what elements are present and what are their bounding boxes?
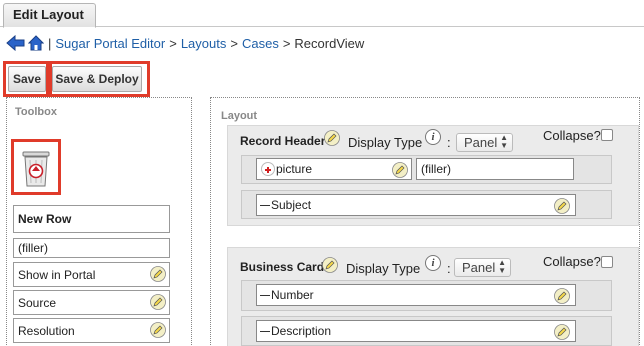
section-title: Record Header	[240, 134, 326, 148]
layout-field-subject[interactable]: Subject	[256, 194, 576, 216]
select-arrows-icon: ▲ ▼	[498, 258, 506, 275]
display-type-value: Panel	[464, 135, 498, 150]
home-icon[interactable]	[28, 34, 44, 52]
field-label: Source	[18, 295, 57, 310]
breadcrumb: | Sugar Portal Editor > Layouts > Cases …	[6, 33, 364, 53]
new-row-item[interactable]: New Row	[13, 205, 170, 233]
field-label: Description	[271, 324, 332, 338]
toolbox-title: Toolbox	[15, 106, 57, 118]
save-deploy-highlight	[49, 61, 150, 97]
info-icon[interactable]: i	[425, 255, 441, 271]
add-icon[interactable]	[261, 162, 275, 176]
display-type-select[interactable]: Panel ▲ ▼	[456, 133, 513, 152]
layout-field-filler[interactable]: (filler)	[416, 158, 574, 180]
field-label: Show in Portal	[18, 267, 96, 282]
remove-icon[interactable]	[260, 330, 270, 332]
remove-icon[interactable]	[260, 294, 270, 296]
display-type-label: Display Type	[346, 261, 421, 276]
info-icon[interactable]: i	[425, 129, 441, 145]
breadcrumb-sugar-portal-editor[interactable]: Sugar Portal Editor	[55, 36, 165, 51]
display-type-value: Panel	[462, 260, 496, 275]
breadcrumb-layouts[interactable]: Layouts	[181, 36, 227, 51]
field-label: (filler)	[421, 162, 451, 176]
layout-field-picture[interactable]: picture	[256, 158, 412, 180]
pencil-icon[interactable]	[392, 162, 408, 178]
breadcrumb-arrow: >	[169, 35, 177, 51]
pencil-icon[interactable]	[322, 257, 338, 273]
layout-field-number[interactable]: Number	[256, 284, 576, 306]
layout-field-description[interactable]: Description	[256, 320, 576, 342]
pencil-icon[interactable]	[324, 130, 340, 146]
layout-title: Layout	[221, 110, 258, 122]
back-arrow-icon[interactable]	[6, 34, 28, 52]
display-type-label: Display Type	[348, 135, 423, 150]
tab-bar: Edit Layout	[0, 0, 644, 28]
collapse-checkbox[interactable]	[601, 129, 613, 141]
breadcrumb-cases[interactable]: Cases	[242, 36, 279, 51]
field-label: Number	[271, 288, 314, 302]
select-arrows-icon: ▲ ▼	[500, 133, 508, 150]
collapse-label: Collapse?	[543, 254, 601, 269]
trash-highlight	[11, 139, 61, 195]
colon: :	[447, 135, 451, 150]
section-title: Business Card	[240, 260, 325, 274]
field-label: Resolution	[18, 323, 75, 338]
breadcrumb-arrow: >	[282, 35, 291, 51]
field-label: Subject	[271, 198, 312, 212]
tab-edit-layout[interactable]: Edit Layout	[3, 3, 96, 28]
display-type-select[interactable]: Panel ▲ ▼	[454, 258, 511, 277]
pencil-icon[interactable]	[150, 294, 166, 310]
collapse-checkbox[interactable]	[601, 256, 613, 268]
save-highlight	[3, 61, 49, 97]
toolbox-field-resolution[interactable]: Resolution	[13, 318, 170, 343]
field-label: picture	[276, 162, 313, 176]
pencil-icon[interactable]	[554, 198, 570, 214]
pencil-icon[interactable]	[150, 266, 166, 282]
pencil-icon[interactable]	[554, 324, 570, 340]
collapse-label: Collapse?	[543, 128, 601, 143]
pencil-icon[interactable]	[554, 288, 570, 304]
breadcrumb-arrow: >	[230, 35, 238, 51]
colon: :	[447, 261, 451, 276]
pencil-icon[interactable]	[150, 322, 166, 338]
breadcrumb-current: RecordView	[294, 35, 365, 51]
breadcrumb-separator: |	[48, 35, 52, 51]
toolbox-field-source[interactable]: Source	[13, 290, 170, 315]
toolbox-field-show-in-portal[interactable]: Show in Portal	[13, 262, 170, 287]
filler-item[interactable]: (filler)	[13, 238, 170, 258]
remove-icon[interactable]	[260, 204, 270, 206]
